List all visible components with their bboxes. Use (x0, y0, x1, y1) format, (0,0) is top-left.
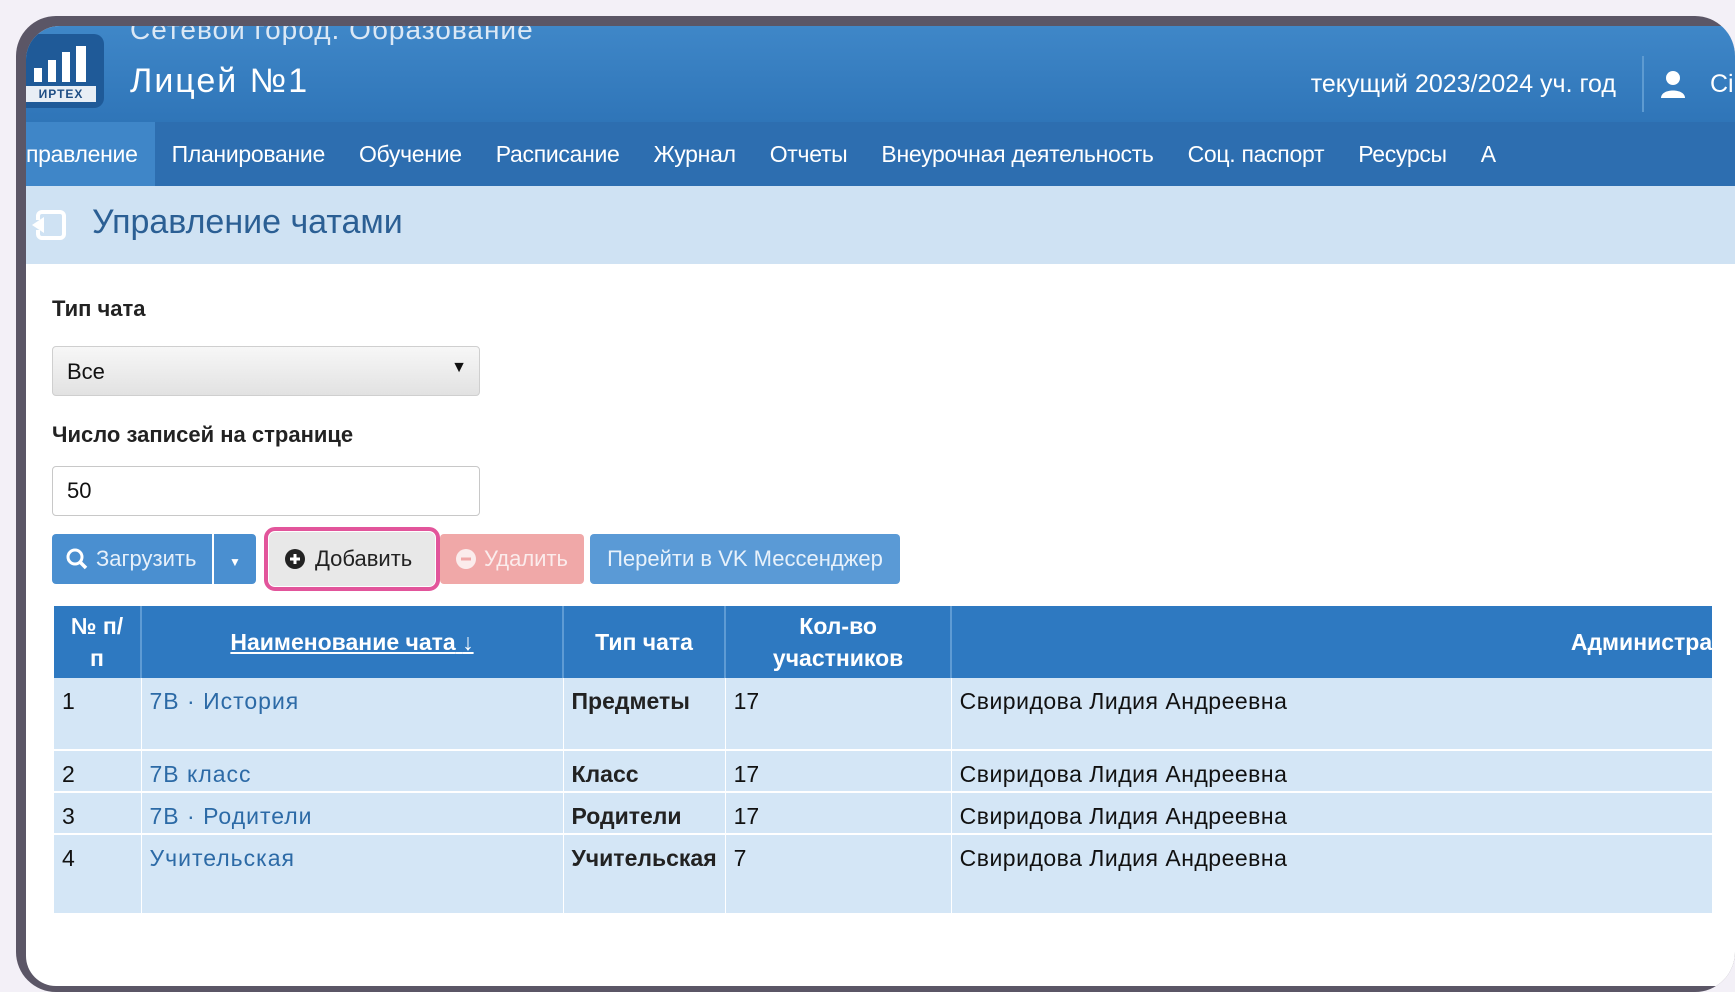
col-admin-header: Администра (951, 606, 1713, 678)
col-number-line2: п (90, 645, 104, 671)
caret-down-icon: ▼ (229, 555, 241, 569)
menu-item-social-passport[interactable]: Соц. паспорт (1171, 122, 1342, 186)
chat-type-select[interactable]: Все ▼ (52, 346, 480, 396)
col-name-label: Наименование чата (230, 629, 456, 655)
col-admin-label: Администра (1570, 629, 1713, 655)
chat-name-link[interactable]: Учительская (141, 834, 564, 915)
add-button-label: Добавить (315, 546, 413, 571)
chat-admin: Свиридова Лидия Андреевна (951, 678, 1713, 751)
user-icon[interactable] (1660, 70, 1686, 98)
logo[interactable]: ИРТЕХ (26, 34, 104, 108)
row-number: 4 (54, 834, 142, 915)
col-type-label: Тип чата (595, 629, 693, 655)
load-button[interactable]: Загрузить (52, 534, 212, 584)
school-name: Лицей №1 (130, 62, 310, 100)
table-row[interactable]: 3 7В · Родители Родители 17 Свиридова Ли… (54, 792, 1713, 835)
row-number: 1 (54, 678, 142, 751)
page-title: Управление чатами (92, 203, 403, 241)
chats-table: № п/ п Наименование чата ↓ Тип чата Кол-… (54, 606, 1713, 915)
school-year[interactable]: текущий 2023/2024 уч. год (1311, 70, 1616, 99)
table-header-row: № п/ п Наименование чата ↓ Тип чата Кол-… (54, 606, 1713, 678)
chat-type: Учительская (563, 834, 726, 915)
table-row[interactable]: 2 7В класс Класс 17 Свиридова Лидия Андр… (54, 750, 1713, 793)
menu-item-reports[interactable]: Отчеты (753, 122, 865, 186)
system-name: Сетевой город. Образование (130, 26, 534, 45)
back-icon[interactable] (30, 208, 70, 242)
plus-circle-icon (285, 549, 305, 569)
main-menu: правление Планирование Обучение Расписан… (26, 122, 1735, 186)
chat-admin: Свиридова Лидия Андреевна (951, 792, 1713, 835)
col-count-line2: участников (772, 645, 904, 671)
delete-button[interactable]: Удалить (440, 534, 584, 584)
table-row[interactable]: 1 7В · История Предметы 17 Свиридова Лид… (54, 678, 1713, 751)
col-name-header[interactable]: Наименование чата ↓ (141, 606, 564, 678)
chat-name-link[interactable]: 7В класс (141, 750, 564, 793)
load-options-button[interactable]: ▼ (214, 534, 256, 584)
chat-type: Родители (563, 792, 726, 835)
delete-button-label: Удалить (484, 546, 568, 571)
minus-circle-icon (456, 549, 476, 569)
top-header: ИРТЕХ Сетевой город. Образование Лицей №… (26, 26, 1735, 122)
chat-type: Класс (563, 750, 726, 793)
menu-item-learning[interactable]: Обучение (342, 122, 479, 186)
chat-type: Предметы (563, 678, 726, 751)
chat-admin: Свиридова Лидия Андреевна (951, 750, 1713, 793)
table-row[interactable]: 4 Учительская Учительская 7 Свиридова Ли… (54, 834, 1713, 915)
col-count-header: Кол-во участников (725, 606, 953, 678)
menu-item-resources[interactable]: Ресурсы (1341, 122, 1464, 186)
logo-bar (34, 68, 42, 82)
per-page-label: Число записей на странице (52, 422, 354, 447)
menu-item-extracurricular[interactable]: Внеурочная деятельность (864, 122, 1170, 186)
page-header: Управление чатами (26, 186, 1735, 264)
logo-bar (48, 60, 56, 82)
load-button-label: Загрузить (96, 546, 197, 571)
menu-item-management[interactable]: правление (26, 122, 155, 186)
per-page-input[interactable] (52, 466, 480, 516)
chat-type-value: Все (67, 359, 105, 384)
chat-type-label: Тип чата (52, 296, 146, 321)
app-screen: ИРТЕХ Сетевой город. Образование Лицей №… (26, 26, 1735, 986)
row-number: 2 (54, 750, 142, 793)
sort-arrow-icon: ↓ (462, 629, 474, 655)
chat-name-link[interactable]: 7В · Родители (141, 792, 564, 835)
device-frame: ИРТЕХ Сетевой город. Образование Лицей №… (16, 16, 1735, 992)
col-number-line1: № п/ (70, 613, 124, 639)
logo-bar (76, 46, 86, 82)
member-count: 7 (725, 834, 952, 915)
menu-item-schedule[interactable]: Расписание (479, 122, 637, 186)
vk-messenger-label: Перейти в VK Мессенджер (607, 546, 883, 571)
chat-name-link[interactable]: 7В · История (141, 678, 564, 751)
header-divider (1642, 56, 1644, 112)
menu-item-more[interactable]: А (1464, 122, 1513, 186)
col-number-header: № п/ п (54, 606, 142, 678)
row-number: 3 (54, 792, 142, 835)
logo-text: ИРТЕХ (26, 86, 96, 102)
menu-item-journal[interactable]: Журнал (637, 122, 753, 186)
member-count: 17 (725, 678, 952, 751)
member-count: 17 (725, 792, 952, 835)
member-count: 17 (725, 750, 952, 793)
chat-admin: Свиридова Лидия Андреевна (951, 834, 1713, 915)
user-name[interactable]: Сі (1710, 70, 1735, 99)
chevron-down-icon: ▼ (451, 359, 467, 376)
logo-bar (62, 52, 70, 82)
menu-item-planning[interactable]: Планирование (155, 122, 342, 186)
col-type-header: Тип чата (563, 606, 727, 678)
vk-messenger-button[interactable]: Перейти в VK Мессенджер (590, 534, 900, 584)
col-count-line1: Кол-во (799, 613, 877, 639)
add-button[interactable]: Добавить (264, 527, 440, 591)
search-icon (66, 548, 88, 570)
